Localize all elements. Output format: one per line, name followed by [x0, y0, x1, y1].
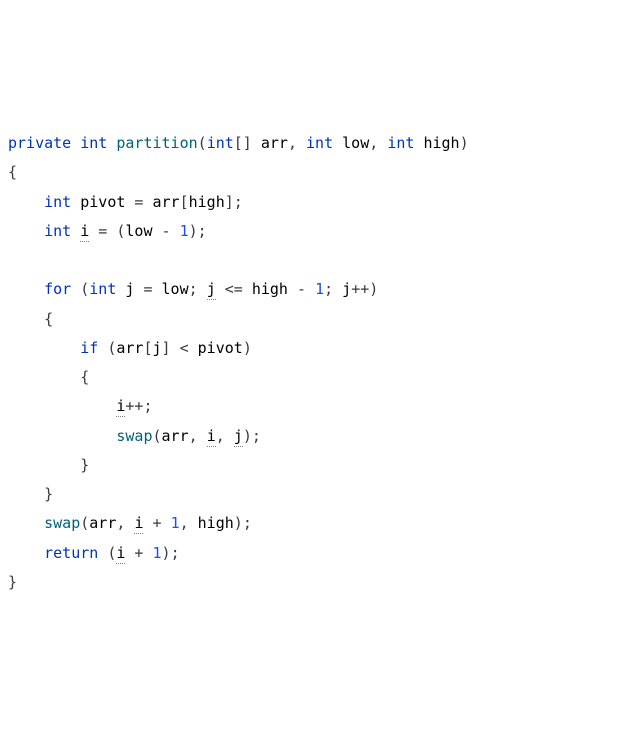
code-block: private int partition(int[] arr, int low… — [8, 129, 622, 597]
var-j: j — [207, 280, 216, 300]
code-line-4: int i = (low - 1); — [8, 217, 622, 246]
code-line-16: } — [8, 568, 622, 597]
code-line-2: { — [8, 158, 622, 187]
code-line-12: } — [8, 451, 622, 480]
code-line-9: { — [8, 363, 622, 392]
code-line-15: return (i + 1); — [8, 539, 622, 568]
var-j: j — [234, 427, 243, 447]
code-line-3: int pivot = arr[high]; — [8, 188, 622, 217]
code-line-11: swap(arr, i, j); — [8, 422, 622, 451]
var-i: i — [80, 222, 89, 242]
code-line-7: { — [8, 305, 622, 334]
code-line-5 — [8, 246, 622, 275]
code-line-1: private int partition(int[] arr, int low… — [8, 129, 622, 158]
code-line-8: if (arr[j] < pivot) — [8, 334, 622, 363]
var-i: i — [207, 427, 216, 447]
function-name: partition — [116, 134, 197, 152]
type: int — [80, 134, 107, 152]
code-line-14: swap(arr, i + 1, high); — [8, 509, 622, 538]
code-line-10: i++; — [8, 392, 622, 421]
keyword: private — [8, 134, 71, 152]
code-line-13: } — [8, 480, 622, 509]
code-line-6: for (int j = low; j <= high - 1; j++) — [8, 275, 622, 304]
var-i: i — [116, 544, 125, 564]
